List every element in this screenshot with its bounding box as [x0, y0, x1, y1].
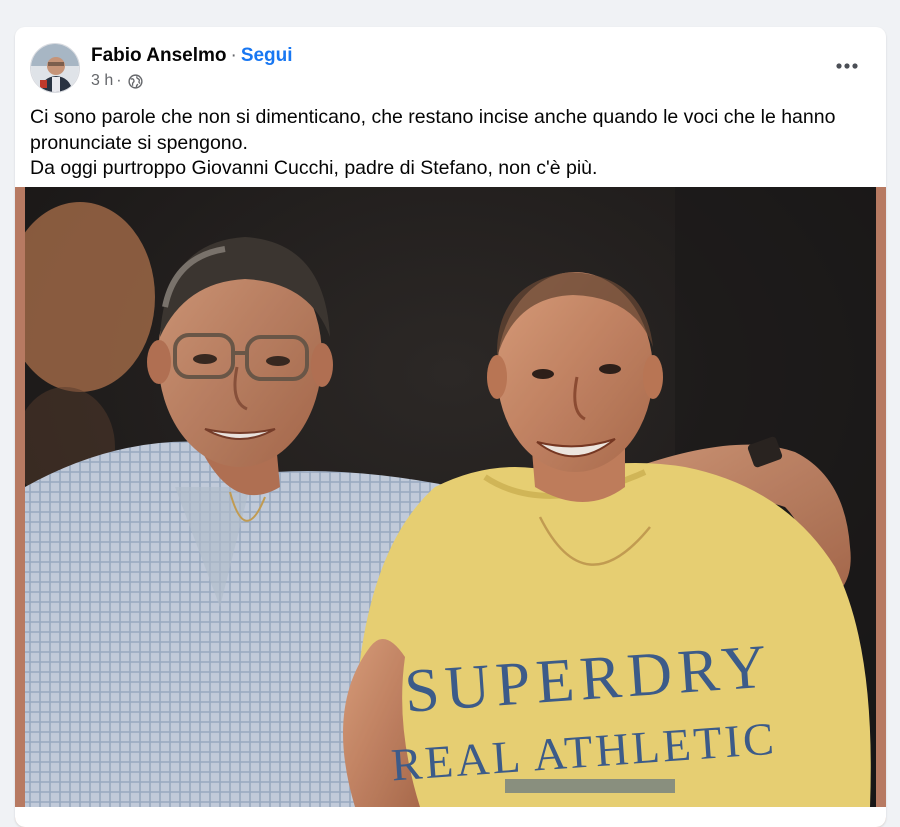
- more-options-button[interactable]: [830, 51, 864, 81]
- post-text: Ci sono parole che non si dimenticano, c…: [30, 105, 870, 182]
- author-avatar[interactable]: [30, 43, 80, 93]
- post-text-line-1: Ci sono parole che non si dimenticano, c…: [30, 106, 836, 154]
- photo-bottom-strip: [15, 807, 886, 827]
- post-photo[interactable]: SUPERDRY REAL ATHLETIC: [25, 187, 876, 807]
- post-card: Fabio Anselmo · Segui 3 h · Ci sono paro…: [15, 27, 886, 827]
- photo-frame: SUPERDRY REAL ATHLETIC: [15, 187, 886, 827]
- post-header: Fabio Anselmo · Segui 3 h ·: [15, 27, 886, 99]
- photo-illustration: SUPERDRY REAL ATHLETIC: [25, 187, 876, 807]
- follow-button[interactable]: Segui: [241, 45, 293, 66]
- globe-icon[interactable]: [127, 73, 143, 89]
- post-meta: 3 h ·: [91, 71, 143, 91]
- author-name[interactable]: Fabio Anselmo: [91, 45, 226, 66]
- author-line: Fabio Anselmo · Segui: [91, 44, 293, 68]
- more-options-icon: [836, 63, 858, 69]
- post-text-line-2: Da oggi purtroppo Giovanni Cucchi, padre…: [30, 157, 598, 179]
- post-time[interactable]: 3 h: [91, 71, 113, 91]
- author-separator: ·: [230, 45, 237, 66]
- time-separator: ·: [116, 72, 122, 89]
- avatar-image: [31, 44, 79, 92]
